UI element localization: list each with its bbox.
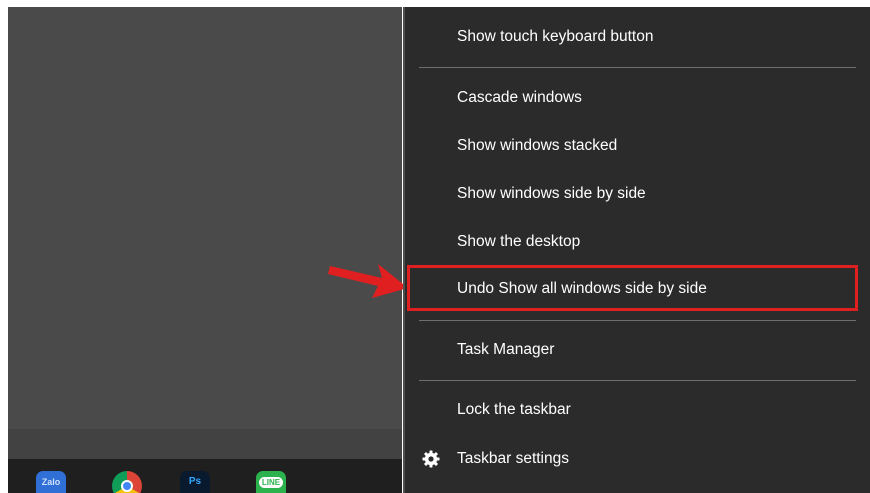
- photoshop-app-icon[interactable]: Ps: [180, 471, 210, 493]
- menu-item-label: Show touch keyboard button: [457, 28, 654, 45]
- menu-item-lock-the-taskbar[interactable]: Lock the taskbar: [405, 390, 870, 430]
- menu-item-label: Task Manager: [457, 341, 555, 358]
- menu-separator: [419, 67, 856, 68]
- menu-separator: [419, 380, 856, 381]
- taskbar-context-menu: Show touch keyboard button Cascade windo…: [403, 7, 870, 493]
- chrome-app-icon[interactable]: [112, 471, 142, 493]
- red-arrow-annotation: [328, 264, 408, 298]
- zalo-app-icon[interactable]: Zalo: [36, 471, 66, 493]
- taskbar: Zalo Ps LINE: [8, 459, 402, 493]
- menu-item-cascade-windows[interactable]: Cascade windows: [405, 78, 870, 118]
- desktop-background: [8, 7, 402, 429]
- menu-item-undo-show-all-windows-side-by-side[interactable]: Undo Show all windows side by side: [405, 269, 870, 309]
- menu-item-label: Cascade windows: [457, 89, 582, 106]
- menu-item-task-manager[interactable]: Task Manager: [405, 330, 870, 370]
- menu-item-taskbar-settings[interactable]: Taskbar settings: [405, 439, 870, 479]
- menu-item-label: Taskbar settings: [457, 450, 569, 467]
- gear-icon: [422, 450, 440, 468]
- menu-separator: [419, 320, 856, 321]
- menu-item-label: Show the desktop: [457, 233, 581, 250]
- menu-item-label: Lock the taskbar: [457, 401, 571, 418]
- menu-item-show-the-desktop[interactable]: Show the desktop: [405, 222, 870, 262]
- menu-item-label: Undo Show all windows side by side: [457, 280, 707, 297]
- screenshot-frame: Zalo Ps LINE Show touch keyboard button …: [8, 7, 870, 493]
- menu-item-label: Show windows stacked: [457, 137, 618, 154]
- line-app-icon[interactable]: LINE: [256, 471, 286, 493]
- menu-item-show-windows-stacked[interactable]: Show windows stacked: [405, 126, 870, 166]
- menu-item-label: Show windows side by side: [457, 185, 646, 202]
- menu-item-show-windows-side-by-side[interactable]: Show windows side by side: [405, 174, 870, 214]
- line-app-label: LINE: [258, 477, 284, 488]
- menu-item-show-touch-keyboard-button[interactable]: Show touch keyboard button: [405, 17, 870, 57]
- desktop-bottom-strip: [8, 429, 402, 459]
